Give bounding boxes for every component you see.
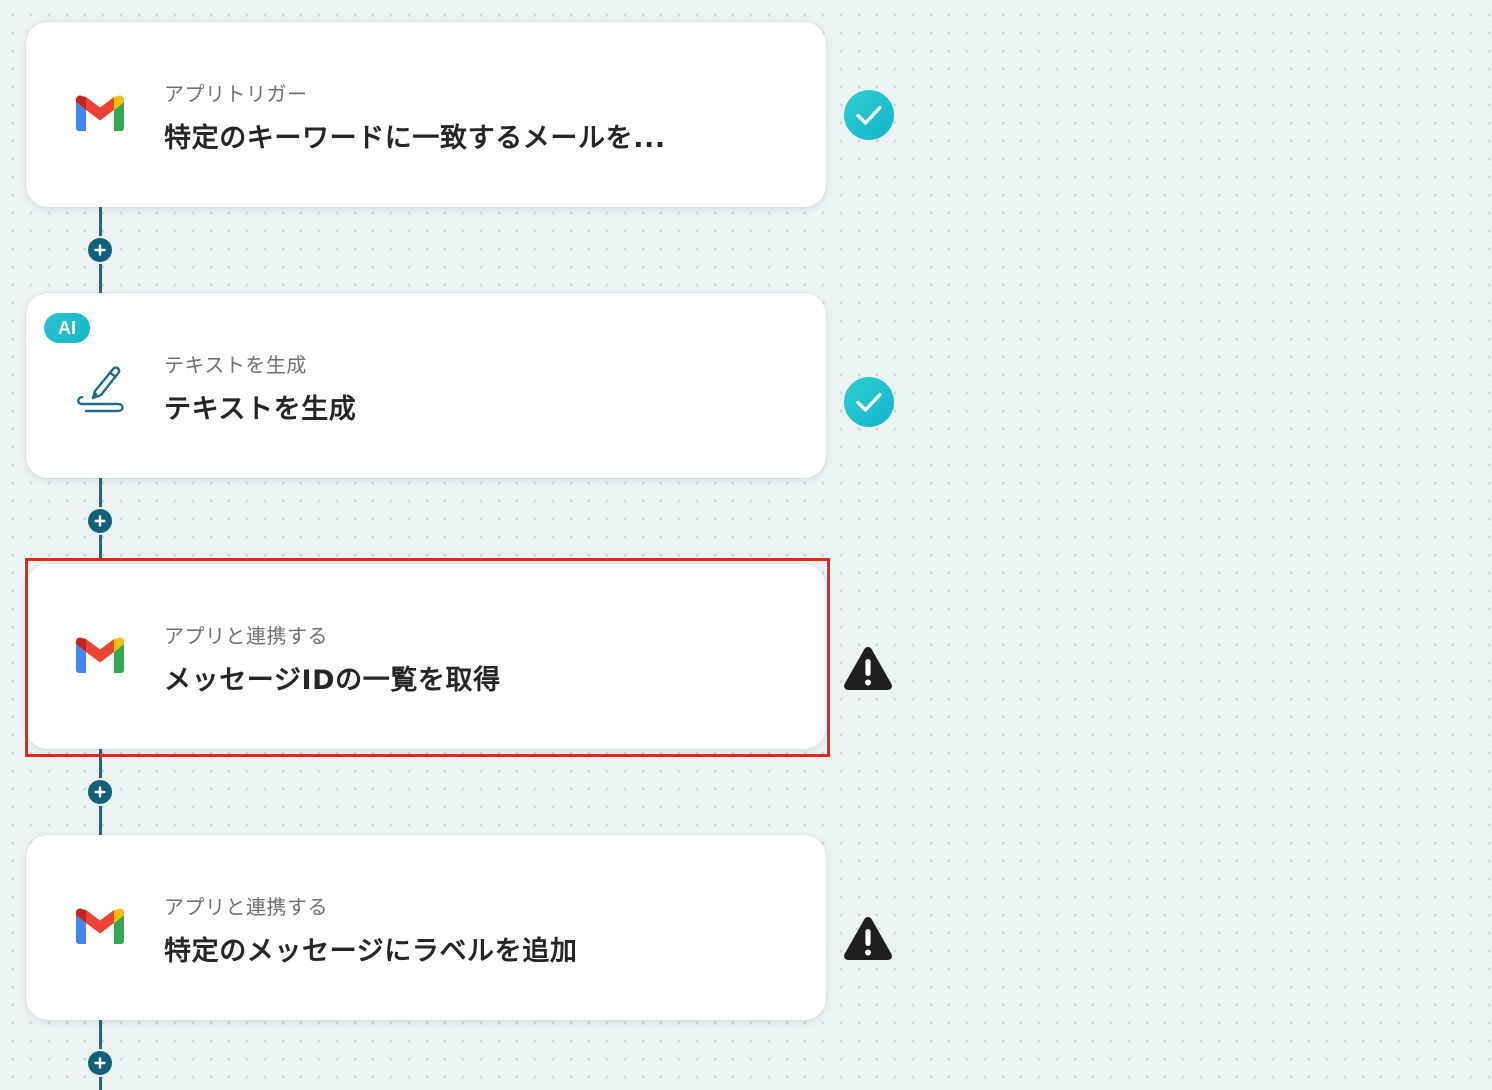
add-step-button[interactable] [86,507,114,535]
add-step-button[interactable] [86,1049,114,1077]
step-kicker: アプリトリガー [164,82,308,106]
flow-step-card[interactable]: アプリと連携する メッセージIDの一覧を取得 [26,564,826,749]
warning-icon [842,914,894,966]
pen-icon [74,363,126,413]
plus-icon [94,786,106,798]
plus-icon [94,1057,106,1069]
add-step-button[interactable] [86,236,114,264]
step-title: 特定のメッセージにラベルを追加 [164,936,578,967]
step-title: テキストを生成 [164,394,357,425]
add-step-button[interactable] [86,778,114,806]
plus-icon [94,515,106,527]
step-kicker: テキストを生成 [164,353,307,377]
flow-step-card[interactable]: アプリトリガー 特定のキーワードに一致するメールを... [26,22,826,207]
plus-icon [94,244,106,256]
step-title: 特定のキーワードに一致するメールを... [164,123,666,154]
gmail-icon [74,92,126,134]
step-title: メッセージIDの一覧を取得 [164,665,501,696]
step-kicker: アプリと連携する [164,895,328,919]
ai-badge: AI [44,313,90,343]
step-kicker: アプリと連携する [164,624,328,648]
gmail-icon [74,634,126,676]
flow-step-card[interactable]: アプリと連携する 特定のメッセージにラベルを追加 [26,835,826,1020]
flow-step-card[interactable]: AI テキストを生成 テキストを生成 [26,293,826,478]
check-icon [843,89,895,141]
check-icon [843,376,895,428]
gmail-icon [74,905,126,947]
warning-icon [842,644,894,696]
